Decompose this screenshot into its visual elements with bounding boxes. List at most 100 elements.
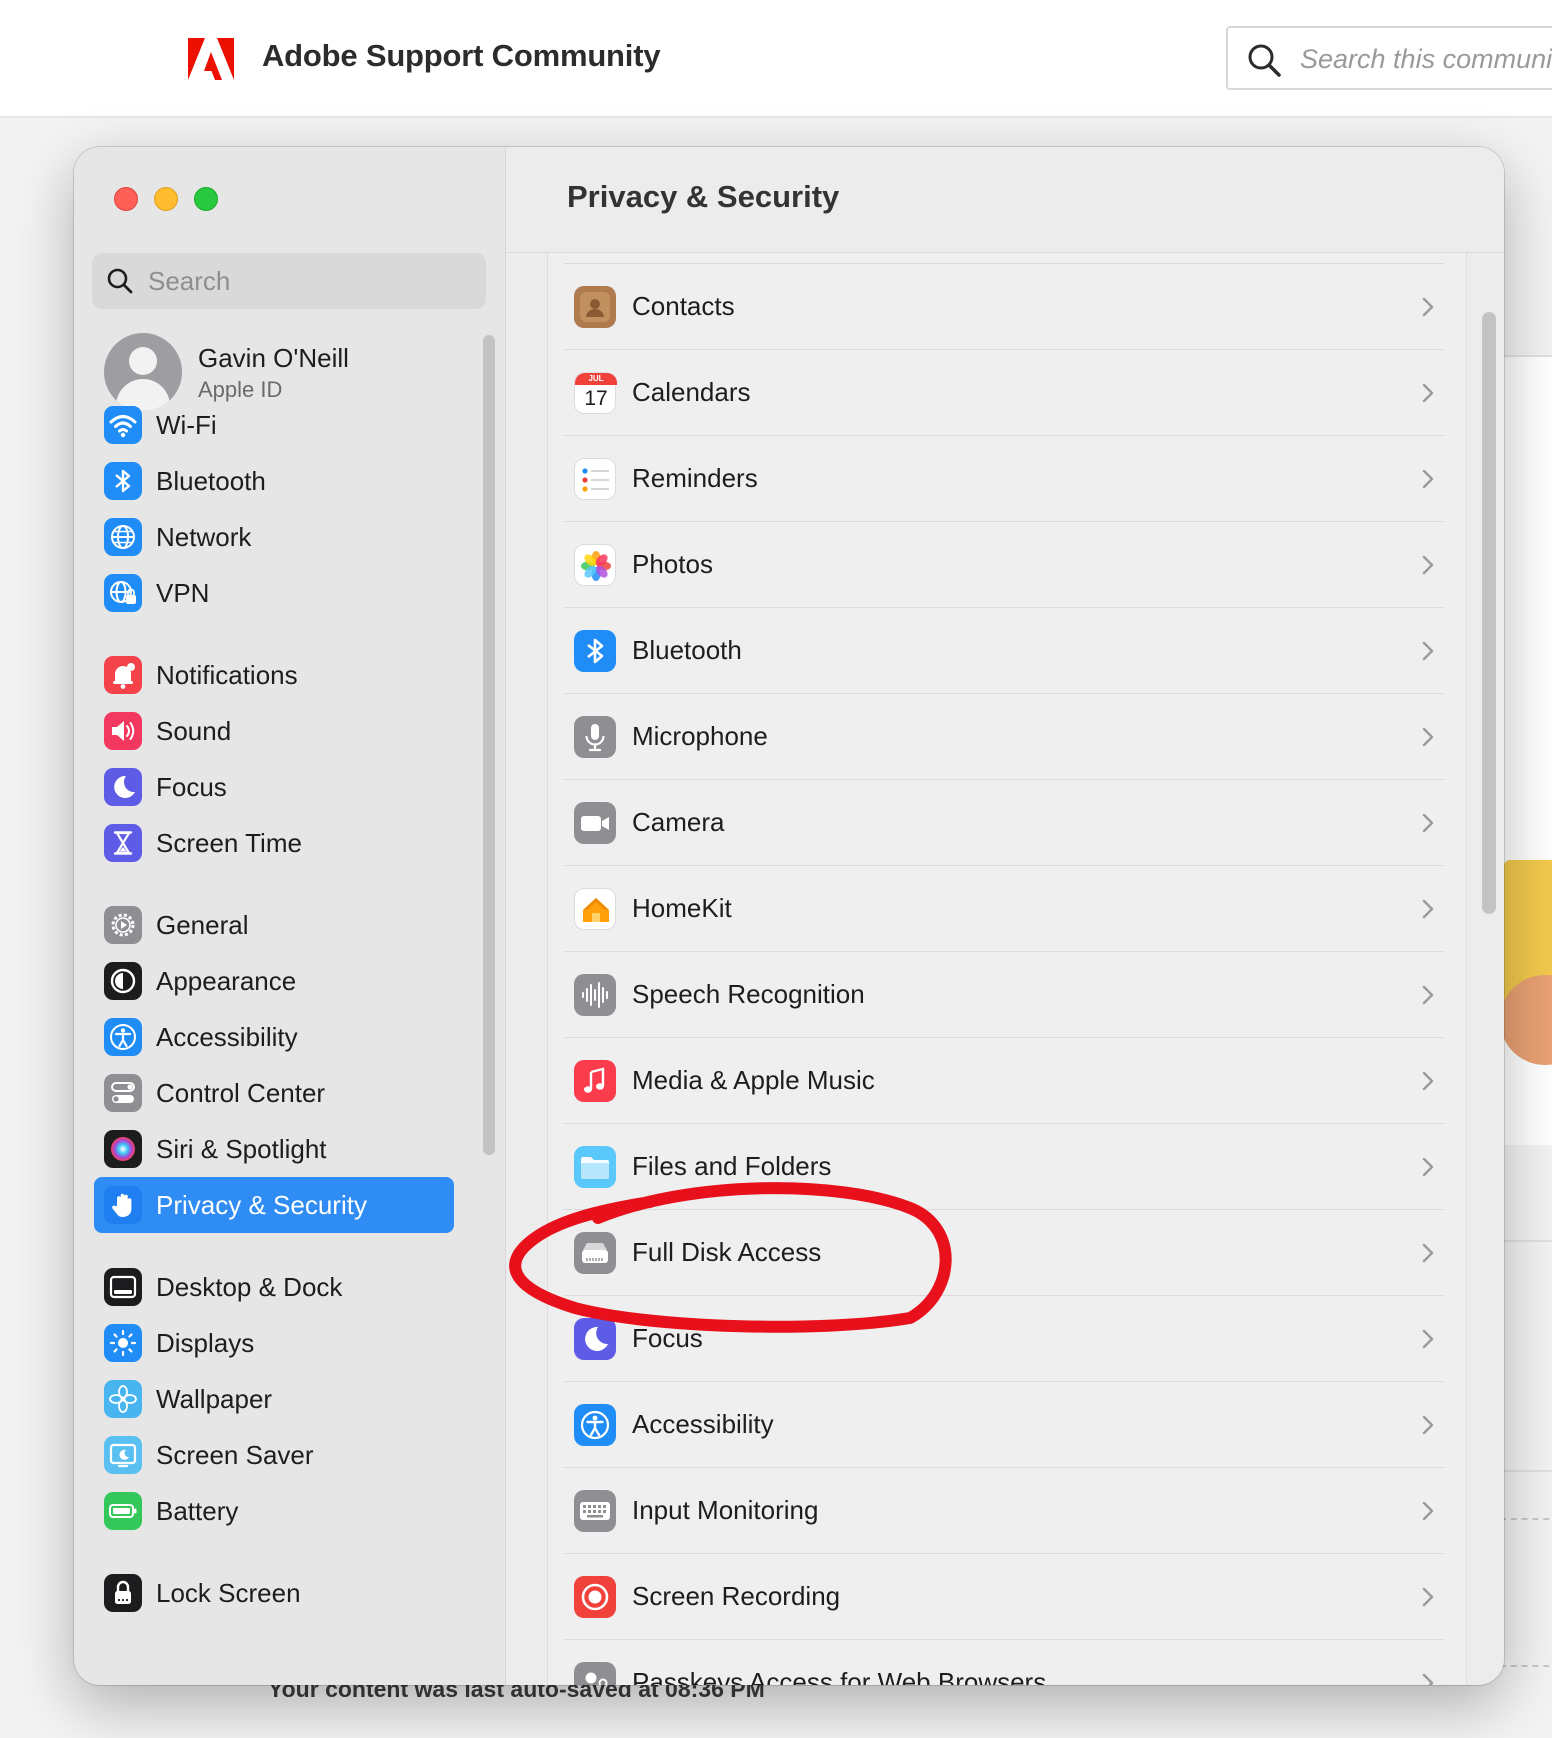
microphone-icon	[574, 716, 616, 758]
sidebar-item-general[interactable]: General	[94, 897, 454, 953]
sidebar-item-lock-screen[interactable]: Lock Screen	[94, 1565, 454, 1621]
zoom-window-button[interactable]	[194, 187, 218, 211]
sidebar-item-label: Sound	[156, 716, 232, 746]
reminders-icon	[574, 458, 616, 500]
folder-icon	[574, 1146, 616, 1188]
sidebar-item-sound[interactable]: Sound	[94, 703, 454, 759]
row-homekit[interactable]: HomeKit	[564, 866, 1444, 952]
chevron-right-icon	[1422, 383, 1434, 403]
screensaver-icon	[104, 1436, 142, 1474]
community-search-input[interactable]: Search this community	[1226, 26, 1552, 90]
pane-header: Privacy & Security	[507, 147, 1504, 253]
row-full-disk-access[interactable]: Full Disk Access	[564, 1210, 1444, 1296]
sidebar-item-bluetooth[interactable]: Bluetooth	[94, 453, 454, 509]
row-focus[interactable]: Focus	[564, 1296, 1444, 1382]
row-label: Accessibility	[632, 1409, 774, 1439]
waveform-icon	[574, 974, 616, 1016]
adobe-logo-icon[interactable]	[188, 38, 234, 80]
sidebar-item-label: General	[156, 910, 249, 940]
row-screen-recording[interactable]: Screen Recording	[564, 1554, 1444, 1640]
row-label: HomeKit	[632, 893, 732, 923]
row-passkeys-access[interactable]: Passkeys Access for Web Browsers	[564, 1640, 1444, 1685]
dock-icon	[104, 1268, 142, 1306]
row-camera[interactable]: Camera	[564, 780, 1444, 866]
sidebar-item-label: Control Center	[156, 1078, 326, 1108]
privacy-security-pane: Privacy & Security Contacts JUL 17 Calen…	[507, 147, 1504, 1685]
row-label: Bluetooth	[632, 635, 742, 665]
sidebar-item-network[interactable]: Network	[94, 509, 454, 565]
chevron-right-icon	[1422, 1243, 1434, 1263]
sidebar-item-desktop-dock[interactable]: Desktop & Dock	[94, 1259, 454, 1315]
row-label: Microphone	[632, 721, 768, 751]
sidebar-item-control-center[interactable]: Control Center	[94, 1065, 454, 1121]
row-accessibility[interactable]: Accessibility	[564, 1382, 1444, 1468]
chevron-right-icon	[1422, 1587, 1434, 1607]
chevron-right-icon	[1422, 469, 1434, 489]
gear-icon	[104, 906, 142, 944]
sidebar-item-label: VPN	[156, 578, 210, 608]
sidebar-item-wallpaper[interactable]: Wallpaper	[94, 1371, 454, 1427]
sidebar-item-wifi[interactable]: Wi-Fi	[94, 397, 454, 453]
sidebar-item-label: Wi-Fi	[156, 410, 217, 440]
chevron-right-icon	[1422, 641, 1434, 661]
sun-icon	[104, 1324, 142, 1362]
chevron-right-icon	[1422, 1415, 1434, 1435]
battery-icon	[104, 1492, 142, 1530]
row-label: Photos	[632, 549, 713, 579]
sidebar-item-label: Battery	[156, 1496, 239, 1526]
sidebar-item-label: Accessibility	[156, 1022, 298, 1052]
moon-icon	[574, 1318, 616, 1360]
sidebar-item-label: Notifications	[156, 660, 298, 690]
minimize-window-button[interactable]	[154, 187, 178, 211]
calendar-icon-month: JUL	[588, 374, 604, 383]
moon-icon	[104, 768, 142, 806]
passkey-icon	[574, 1662, 616, 1685]
row-microphone[interactable]: Microphone	[564, 694, 1444, 780]
sidebar-item-screen-saver[interactable]: Screen Saver	[94, 1427, 454, 1483]
sidebar-scrollbar[interactable]	[483, 335, 495, 1155]
row-photos[interactable]: Photos	[564, 522, 1444, 608]
close-window-button[interactable]	[114, 187, 138, 211]
row-input-monitoring[interactable]: Input Monitoring	[564, 1468, 1444, 1554]
lock-icon	[104, 1574, 142, 1612]
row-calendars[interactable]: JUL 17 Calendars	[564, 350, 1444, 436]
sidebar-item-appearance[interactable]: Appearance	[94, 953, 454, 1009]
site-title[interactable]: Adobe Support Community	[262, 38, 661, 74]
sidebar-item-label: Bluetooth	[156, 466, 266, 496]
row-label: Full Disk Access	[632, 1237, 822, 1267]
row-media-apple-music[interactable]: Media & Apple Music	[564, 1038, 1444, 1124]
sidebar-item-displays[interactable]: Displays	[94, 1315, 454, 1371]
row-contacts[interactable]: Contacts	[564, 264, 1444, 350]
search-icon	[107, 268, 133, 294]
row-label: Media & Apple Music	[632, 1065, 875, 1095]
sidebar-item-notifications[interactable]: Notifications	[94, 647, 454, 703]
sidebar-item-siri-spotlight[interactable]: Siri & Spotlight	[94, 1121, 454, 1177]
row-label: Screen Recording	[632, 1581, 841, 1611]
background-dashed-line	[1500, 1518, 1552, 1520]
contacts-icon	[574, 286, 616, 328]
sidebar-search-input[interactable]: Search	[92, 253, 486, 309]
search-icon	[1248, 44, 1281, 77]
sidebar-item-vpn[interactable]: VPN	[94, 565, 454, 621]
row-files-and-folders[interactable]: Files and Folders	[564, 1124, 1444, 1210]
sidebar-item-screen-time[interactable]: Screen Time	[94, 815, 454, 871]
row-reminders[interactable]: Reminders	[564, 436, 1444, 522]
sidebar-item-label: Privacy & Security	[156, 1190, 367, 1220]
chevron-right-icon	[1422, 985, 1434, 1005]
sidebar-item-accessibility[interactable]: Accessibility	[94, 1009, 454, 1065]
record-icon	[574, 1576, 616, 1618]
chevron-right-icon	[1422, 1501, 1434, 1521]
row-speech-recognition[interactable]: Speech Recognition	[564, 952, 1444, 1038]
sidebar-item-battery[interactable]: Battery	[94, 1483, 454, 1539]
pane-scrollbar[interactable]	[1482, 312, 1496, 914]
sidebar-item-label: Network	[156, 522, 252, 552]
row-label: Focus	[632, 1323, 703, 1353]
music-note-icon	[574, 1060, 616, 1102]
sidebar-item-privacy-security[interactable]: Privacy & Security	[94, 1177, 454, 1233]
bluetooth-icon	[104, 462, 142, 500]
calendar-icon: JUL 17	[574, 372, 617, 414]
sidebar-item-label: Screen Saver	[156, 1440, 314, 1470]
sidebar-item-label: Focus	[156, 772, 227, 802]
sidebar-item-focus[interactable]: Focus	[94, 759, 454, 815]
row-bluetooth[interactable]: Bluetooth	[564, 608, 1444, 694]
